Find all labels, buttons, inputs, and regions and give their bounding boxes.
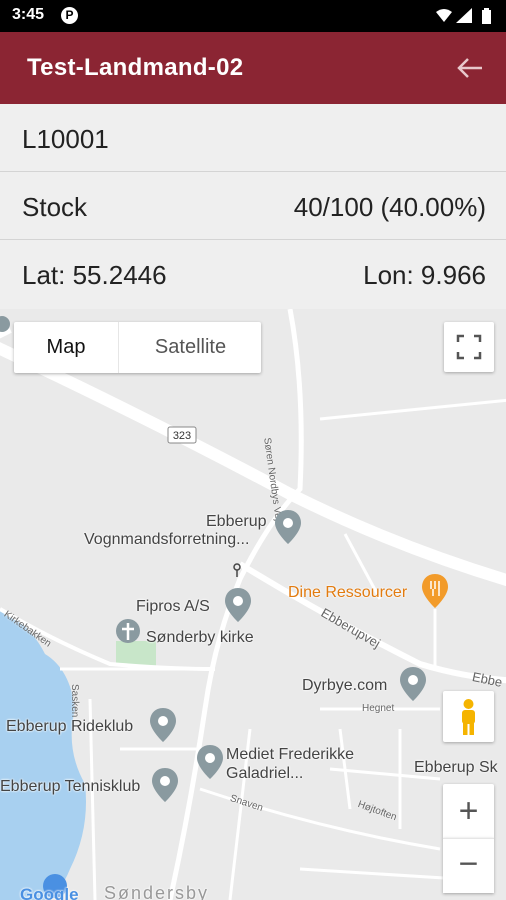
poi-dine-ressourcer[interactable]: Dine Ressourcer: [288, 584, 407, 602]
map-pin-icon[interactable]: [197, 745, 223, 779]
poi-kirke[interactable]: Sønderby kirke: [146, 629, 254, 647]
fullscreen-icon: [456, 334, 482, 360]
poi-mediet-line2[interactable]: Galadriel...: [226, 765, 303, 783]
longitude: Lon: 9.966: [363, 260, 486, 290]
fullscreen-button[interactable]: [444, 322, 494, 372]
latitude: Lat: 55.2446: [22, 260, 167, 290]
poi-rideklub[interactable]: Ebberup Rideklub: [6, 718, 133, 736]
road-label-sasken: Sasken: [69, 684, 80, 718]
lake: [0, 609, 86, 900]
map-pin-icon[interactable]: [150, 708, 176, 742]
poi-tennis[interactable]: Ebberup Tennisklub: [0, 778, 140, 796]
map-type-toggle: Map Satellite: [14, 322, 261, 373]
notification-badge: P: [61, 7, 78, 24]
stock-value: 40/100 (40.00%): [293, 192, 486, 222]
map-pin-icon[interactable]: [152, 768, 178, 802]
google-logo: Google: [20, 885, 79, 900]
poi-mediet-line1[interactable]: Mediet Frederikke: [226, 746, 354, 764]
zoom-in-button[interactable]: +: [443, 784, 494, 838]
map-pin-icon[interactable]: [275, 510, 301, 544]
map-view[interactable]: 323 Søren Nordbys Vej Ebberupvej Ebbe Ki…: [0, 309, 506, 900]
stock-row: Stock 40/100 (40.00%): [0, 172, 506, 240]
stock-label: Stock: [22, 192, 88, 222]
poi-dyrbye[interactable]: Dyrbye.com: [302, 677, 387, 695]
id-row: L10001: [0, 104, 506, 172]
pegman-icon: [462, 699, 475, 735]
zoom-out-button[interactable]: −: [443, 838, 494, 893]
status-icons: [436, 8, 491, 24]
poi-ebberup-line2[interactable]: Vognmandsforretning...: [84, 531, 249, 549]
app-bar: Test-Landmand-02: [0, 32, 506, 104]
status-time: 3:45: [12, 6, 45, 23]
battery-icon: [482, 8, 491, 24]
poi-ebberup-sk[interactable]: Ebberup Sk: [414, 759, 498, 777]
poi-fipros[interactable]: Fipros A/S: [136, 598, 210, 616]
info-panel: L10001 Stock 40/100 (40.00%) Lat: 55.244…: [0, 104, 506, 309]
poi-ebberup-line1[interactable]: Ebberup: [206, 513, 267, 531]
map-pin-icon[interactable]: [225, 588, 251, 622]
signal-icon: [456, 8, 472, 23]
wifi-icon: [436, 9, 452, 22]
status-bar: 3:45 P: [0, 0, 506, 32]
restaurant-pin-icon[interactable]: [422, 574, 448, 608]
street-view-button[interactable]: [443, 691, 494, 742]
map-pin-icon[interactable]: [400, 667, 426, 701]
map-type-button[interactable]: Map: [14, 322, 118, 373]
satellite-type-button[interactable]: Satellite: [118, 322, 262, 373]
back-arrow-icon[interactable]: [456, 56, 484, 80]
location-id: L10001: [22, 124, 109, 154]
coords-row: Lat: 55.2446 Lon: 9.966: [0, 240, 506, 308]
road-label-hegnet: Hegnet: [362, 703, 395, 714]
route-number: 323: [173, 430, 191, 442]
town-label: Søndersby: [104, 883, 210, 900]
page-title: Test-Landmand-02: [27, 54, 244, 81]
landmark-dot: [233, 563, 241, 571]
